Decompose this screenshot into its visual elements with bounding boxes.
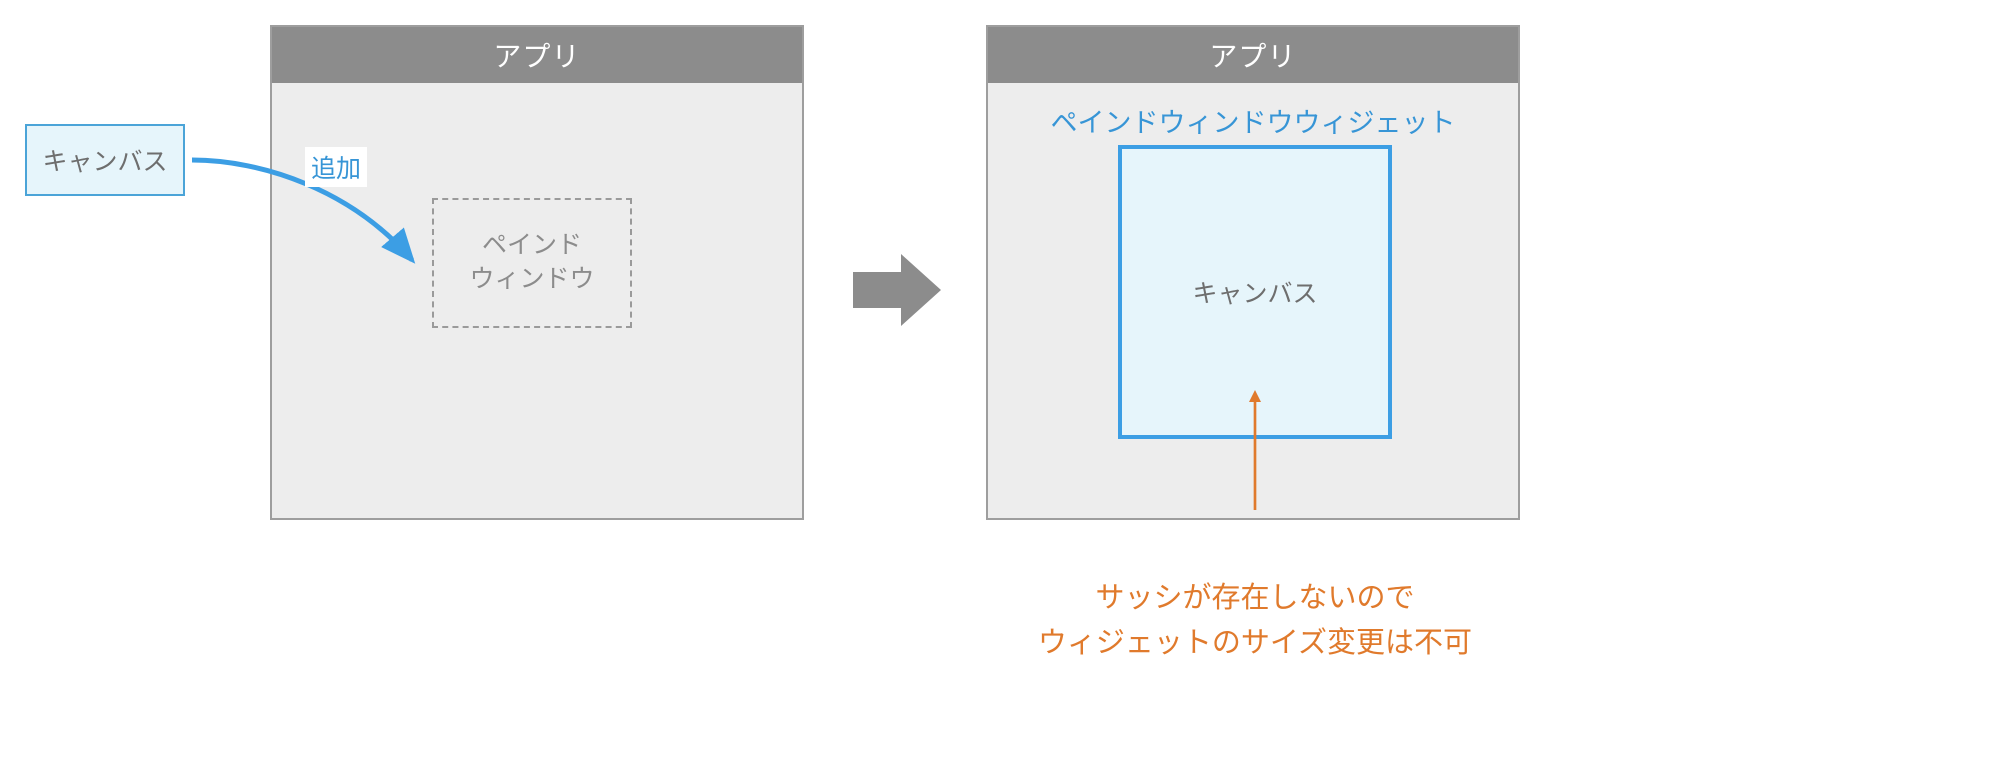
caption-line1: サッシが存在しないので xyxy=(1095,582,1414,614)
dashed-line1: ペインド xyxy=(482,231,582,259)
caption-line2: ウィジェットのサイズ変更は不可 xyxy=(1038,627,1472,659)
transition-arrow-icon xyxy=(853,250,941,330)
app-window-left: アプリ ペインド ウィンドウ xyxy=(270,25,804,520)
dashed-line2: ウィンドウ xyxy=(469,265,594,293)
paned-window-placeholder: ペインド ウィンドウ xyxy=(432,198,632,328)
app-title-left: アプリ xyxy=(272,27,802,83)
note-arrow-icon xyxy=(1245,390,1265,510)
add-label: 追加 xyxy=(305,147,367,187)
canvas-box-label: キャンバス xyxy=(1192,274,1317,310)
app-title-left-text: アプリ xyxy=(493,35,580,75)
app-title-right-text: アプリ xyxy=(1209,35,1296,75)
paned-window-widget-label: ペインドウィンドウウィジェット xyxy=(988,101,1518,140)
canvas-chip-label: キャンバス xyxy=(42,142,167,178)
note-caption: サッシが存在しないので ウィジェットのサイズ変更は不可 xyxy=(1020,576,1490,666)
app-title-right: アプリ xyxy=(988,27,1518,83)
diagram-root: キャンバス アプリ ペインド ウィンドウ 追加 アプ xyxy=(0,0,2008,768)
canvas-chip: キャンバス xyxy=(25,124,185,196)
